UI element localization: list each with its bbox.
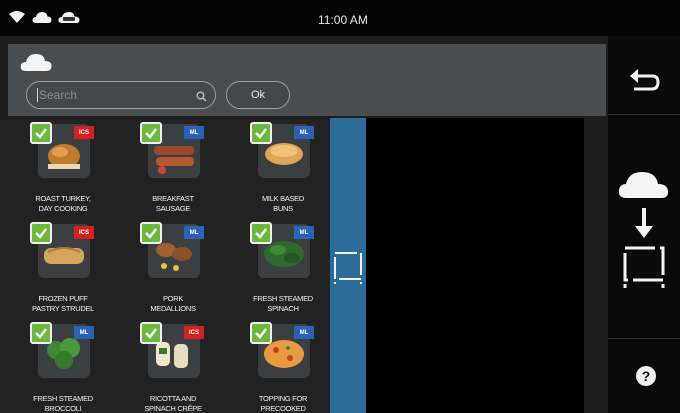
text-cursor bbox=[37, 88, 38, 102]
checkmark-icon bbox=[35, 228, 47, 239]
checkmark-icon bbox=[255, 128, 267, 139]
recipe-label-line-2: SPINACH bbox=[267, 304, 299, 313]
checkbox[interactable] bbox=[30, 322, 52, 344]
recipe-tile[interactable]: ICS ROAST TURKEY, DAY COOKING bbox=[8, 122, 118, 224]
checkmark-icon bbox=[35, 128, 47, 139]
mode-badge: ICS bbox=[74, 226, 94, 239]
checkbox[interactable] bbox=[140, 122, 162, 144]
sidebar-divider bbox=[608, 338, 680, 339]
mode-badge: ML bbox=[294, 326, 314, 339]
checkmark-icon bbox=[35, 328, 47, 339]
mode-badge: ICS bbox=[74, 126, 94, 139]
recipe-label-line-2: PRECOOKED bbox=[260, 404, 306, 413]
mode-badge: ML bbox=[184, 226, 204, 239]
mode-badge: ML bbox=[184, 126, 204, 139]
sidebar-divider bbox=[608, 114, 680, 115]
mode-badge: ML bbox=[294, 226, 314, 239]
wifi-icon bbox=[8, 10, 26, 29]
back-arrow-icon bbox=[626, 69, 662, 102]
checkbox[interactable] bbox=[250, 122, 272, 144]
recipe-label: FRESH STEAMED BROCCOLI bbox=[8, 394, 118, 413]
recipe-label: FRESH STEAMED SPINACH bbox=[228, 294, 338, 314]
back-button[interactable] bbox=[626, 66, 662, 98]
recipe-label: MILK BASED BUNS bbox=[228, 194, 338, 214]
mode-badge: ML bbox=[74, 326, 94, 339]
recipe-label-line-1: FRESH STEAMED bbox=[253, 294, 313, 303]
recipe-label-line-2: BUNS bbox=[273, 204, 293, 213]
device-frame-icon bbox=[332, 248, 364, 289]
recipe-label-line-2: PASTRY STRUDEL bbox=[31, 304, 95, 313]
recipe-label: FROZEN PUFF PASTRY STRUDEL bbox=[8, 294, 118, 314]
checkbox[interactable] bbox=[250, 322, 272, 344]
recipe-tile[interactable]: ML PORK MEDALLIONS bbox=[118, 222, 228, 324]
header-panel: Ok bbox=[8, 44, 606, 116]
recipe-label-line-1: ROAST TURKEY, bbox=[35, 194, 91, 203]
recipe-label-line-2: SAUSAGE bbox=[155, 204, 191, 213]
cloud-badge-icon bbox=[58, 10, 80, 29]
recipe-tile[interactable]: ML FRESH STEAMED SPINACH bbox=[228, 222, 338, 324]
recipe-label-line-1: FROZEN PUFF bbox=[38, 294, 88, 303]
checkbox[interactable] bbox=[250, 222, 272, 244]
checkbox[interactable] bbox=[30, 122, 52, 144]
transfer-to-device-button[interactable] bbox=[616, 164, 672, 294]
recipe-tile[interactable]: ICS FROZEN PUFF PASTRY STRUDEL bbox=[8, 222, 118, 324]
cloud-icon bbox=[20, 52, 52, 77]
checkmark-icon bbox=[145, 128, 157, 139]
mode-badge: ICS bbox=[184, 326, 204, 339]
recipe-label-line-2: DAY COOKING bbox=[38, 204, 88, 213]
scroll-track bbox=[584, 118, 608, 413]
recipe-label-line-2: MEDALLIONS bbox=[150, 304, 196, 313]
cloud-to-device-icon bbox=[616, 172, 672, 298]
help-button[interactable]: ? bbox=[636, 366, 656, 386]
recipe-tile[interactable]: ML FRESH STEAMED BROCCOLI bbox=[8, 322, 118, 413]
checkmark-icon bbox=[145, 328, 157, 339]
ok-button[interactable]: Ok bbox=[226, 81, 290, 109]
mode-badge: ML bbox=[294, 126, 314, 139]
recipe-label: RICOTTA AND SPINACH CRÊPE bbox=[118, 394, 228, 413]
status-time: 11:00 AM bbox=[318, 13, 368, 27]
recipe-label-line-1: TOPPING FOR bbox=[258, 394, 308, 403]
recipe-label: TOPPING FOR PRECOOKED bbox=[228, 394, 338, 413]
drop-area bbox=[366, 118, 584, 413]
right-sidebar: ? bbox=[608, 36, 680, 413]
recipe-label-line-1: RICOTTA AND bbox=[149, 394, 197, 403]
recipe-label: PORK MEDALLIONS bbox=[118, 294, 228, 314]
checkbox[interactable] bbox=[30, 222, 52, 244]
recipe-label-line-2: SPINACH CRÊPE bbox=[144, 404, 202, 413]
recipe-label: BREAKFAST SAUSAGE bbox=[118, 194, 228, 214]
recipe-grid: ICS ROAST TURKEY, DAY COOKING ML BREAKFAST SA… bbox=[0, 120, 330, 413]
recipe-label-line-1: FRESH STEAMED bbox=[33, 394, 93, 403]
status-icons bbox=[8, 10, 80, 29]
checkmark-icon bbox=[255, 328, 267, 339]
status-bar: 11:00 AM bbox=[0, 0, 680, 36]
checkmark-icon bbox=[255, 228, 267, 239]
recipe-label-line-1: BREAKFAST bbox=[152, 194, 194, 203]
recipe-label-line-1: MILK BASED bbox=[261, 194, 304, 203]
search-box[interactable] bbox=[26, 81, 216, 109]
recipe-tile[interactable]: ML MILK BASED BUNS bbox=[228, 122, 338, 224]
search-icon[interactable] bbox=[196, 89, 207, 107]
checkbox[interactable] bbox=[140, 222, 162, 244]
cloud-icon bbox=[32, 11, 52, 29]
recipe-tile[interactable]: ICS RICOTTA AND SPINACH CRÊPE bbox=[118, 322, 228, 413]
search-input[interactable] bbox=[39, 86, 189, 104]
recipe-label: ROAST TURKEY, DAY COOKING bbox=[8, 194, 118, 214]
checkbox[interactable] bbox=[140, 322, 162, 344]
recipe-tile[interactable]: ML TOPPING FOR PRECOOKED bbox=[228, 322, 338, 413]
checkmark-icon bbox=[145, 228, 157, 239]
recipe-label-line-2: BROCCOLI bbox=[44, 404, 82, 413]
recipe-tile[interactable]: ML BREAKFAST SAUSAGE bbox=[118, 122, 228, 224]
recipe-label-line-1: PORK bbox=[162, 294, 184, 303]
